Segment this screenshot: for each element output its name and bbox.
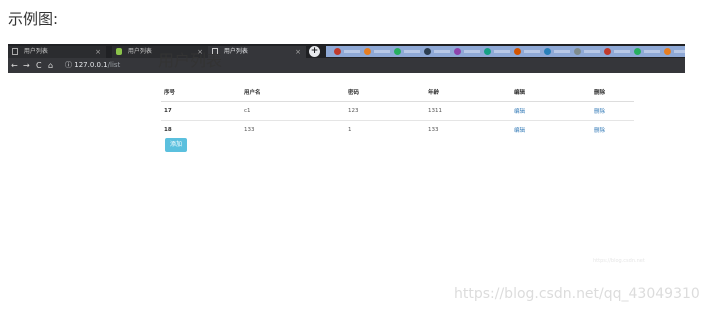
tab-strip: 用户列表 × 用户列表 × 用户列表 × + [8, 44, 685, 58]
tab-3-label: 用户列表 [223, 48, 248, 55]
cell-id: 17 [161, 101, 241, 121]
bookmark-favicon-icon [574, 48, 581, 55]
bookmark-label-placeholder [494, 50, 510, 53]
bookmark-favicon-icon [364, 48, 371, 55]
url-host: 127.0.0.1 [74, 61, 108, 69]
cell-age: 133 [425, 120, 511, 139]
cell-delete: 删除 [591, 101, 634, 121]
reload-icon[interactable]: C [36, 60, 42, 71]
close-icon[interactable]: × [295, 46, 301, 58]
cell-age: 1311 [425, 101, 511, 121]
bookmark-label-placeholder [644, 50, 660, 53]
bookmark-item[interactable] [664, 48, 685, 55]
bookmark-favicon-icon [604, 48, 611, 55]
url-field[interactable]: ⓘ 127.0.0.1/list [65, 60, 120, 71]
bookmark-item[interactable] [454, 48, 484, 55]
cell-edit: 编辑 [511, 101, 591, 121]
edit-link[interactable]: 编辑 [514, 109, 525, 115]
watermark: https://blog.csdn.net/qq_43049310 [454, 286, 700, 302]
cell-delete: 删除 [591, 120, 634, 139]
page-title: 用户列表 [158, 51, 223, 70]
bookmark-item[interactable] [394, 48, 424, 55]
bookmark-favicon-icon [544, 48, 551, 55]
cell-username: c1 [241, 101, 345, 121]
edit-link[interactable]: 编辑 [514, 128, 525, 134]
cell-password: 1 [345, 120, 425, 139]
cell-password: 123 [345, 101, 425, 121]
delete-link[interactable]: 删除 [594, 109, 605, 115]
browser-window: 用户列表 × 用户列表 × 用户列表 × + ← → C ⌂ ⓘ 127.0.0… [8, 44, 685, 273]
table-row: 18 133 1 133 编辑 删除 [161, 120, 634, 139]
bookmark-item[interactable] [544, 48, 574, 55]
bookmark-item[interactable] [634, 48, 664, 55]
bookmark-label-placeholder [344, 50, 360, 53]
bookmark-item[interactable] [424, 48, 454, 55]
bookmark-label-placeholder [464, 50, 480, 53]
bookmark-favicon-icon [514, 48, 521, 55]
bookmark-item[interactable] [484, 48, 514, 55]
column-header-username: 用户名 [241, 83, 345, 102]
forward-icon[interactable]: → [23, 60, 30, 71]
bookmark-item[interactable] [514, 48, 544, 55]
delete-link[interactable]: 删除 [594, 128, 605, 134]
bookmark-label-placeholder [554, 50, 570, 53]
caption: 示例图: [8, 10, 59, 28]
tab-2-label: 用户列表 [127, 48, 152, 55]
tab-1-label: 用户列表 [23, 48, 48, 55]
bookmarks-bar [326, 46, 685, 57]
bookmark-favicon-icon [634, 48, 641, 55]
bookmark-label-placeholder [524, 50, 540, 53]
cell-id: 18 [161, 120, 241, 139]
bookmark-favicon-icon [664, 48, 671, 55]
bookmark-favicon-icon [424, 48, 431, 55]
column-header-delete: 删除 [591, 83, 634, 102]
bookmark-item[interactable] [334, 48, 364, 55]
tab-1[interactable]: 用户列表 × [8, 46, 106, 58]
bookmark-favicon-icon [484, 48, 491, 55]
watermark-small: https://blog.csdn.net [593, 258, 645, 264]
bookmark-label-placeholder [404, 50, 420, 53]
home-icon[interactable]: ⌂ [48, 60, 53, 71]
column-header-id: 序号 [161, 83, 241, 102]
back-icon[interactable]: ← [11, 60, 18, 71]
bookmark-favicon-icon [334, 48, 341, 55]
column-header-password: 密码 [345, 83, 425, 102]
column-header-edit: 编辑 [511, 83, 591, 102]
bookmark-item[interactable] [604, 48, 634, 55]
page-icon [12, 48, 18, 55]
new-tab-button[interactable]: + [309, 46, 320, 57]
bookmark-label-placeholder [674, 50, 685, 53]
leaf-icon [116, 48, 122, 55]
table-row: 17 c1 123 1311 编辑 删除 [161, 101, 634, 121]
bookmark-item[interactable] [364, 48, 394, 55]
user-table: 序号 用户名 密码 年龄 编辑 删除 17 c1 123 1311 编辑 删除 … [161, 83, 634, 139]
tab-3-active[interactable]: 用户列表 × [208, 46, 306, 58]
cell-edit: 编辑 [511, 120, 591, 139]
bookmark-favicon-icon [394, 48, 401, 55]
bookmark-label-placeholder [614, 50, 630, 53]
address-bar: ← → C ⌂ ⓘ 127.0.0.1/list [8, 58, 685, 73]
cell-username: 133 [241, 120, 345, 139]
bookmark-label-placeholder [434, 50, 450, 53]
table-header-row: 序号 用户名 密码 年龄 编辑 删除 [161, 83, 634, 102]
info-icon: ⓘ [65, 61, 72, 69]
bookmark-label-placeholder [584, 50, 600, 53]
bookmark-item[interactable] [574, 48, 604, 55]
url-path: /list [107, 61, 121, 69]
bookmark-label-placeholder [374, 50, 390, 53]
add-button[interactable]: 添加 [165, 138, 187, 152]
bookmark-favicon-icon [454, 48, 461, 55]
close-icon[interactable]: × [95, 46, 101, 58]
column-header-age: 年龄 [425, 83, 511, 102]
